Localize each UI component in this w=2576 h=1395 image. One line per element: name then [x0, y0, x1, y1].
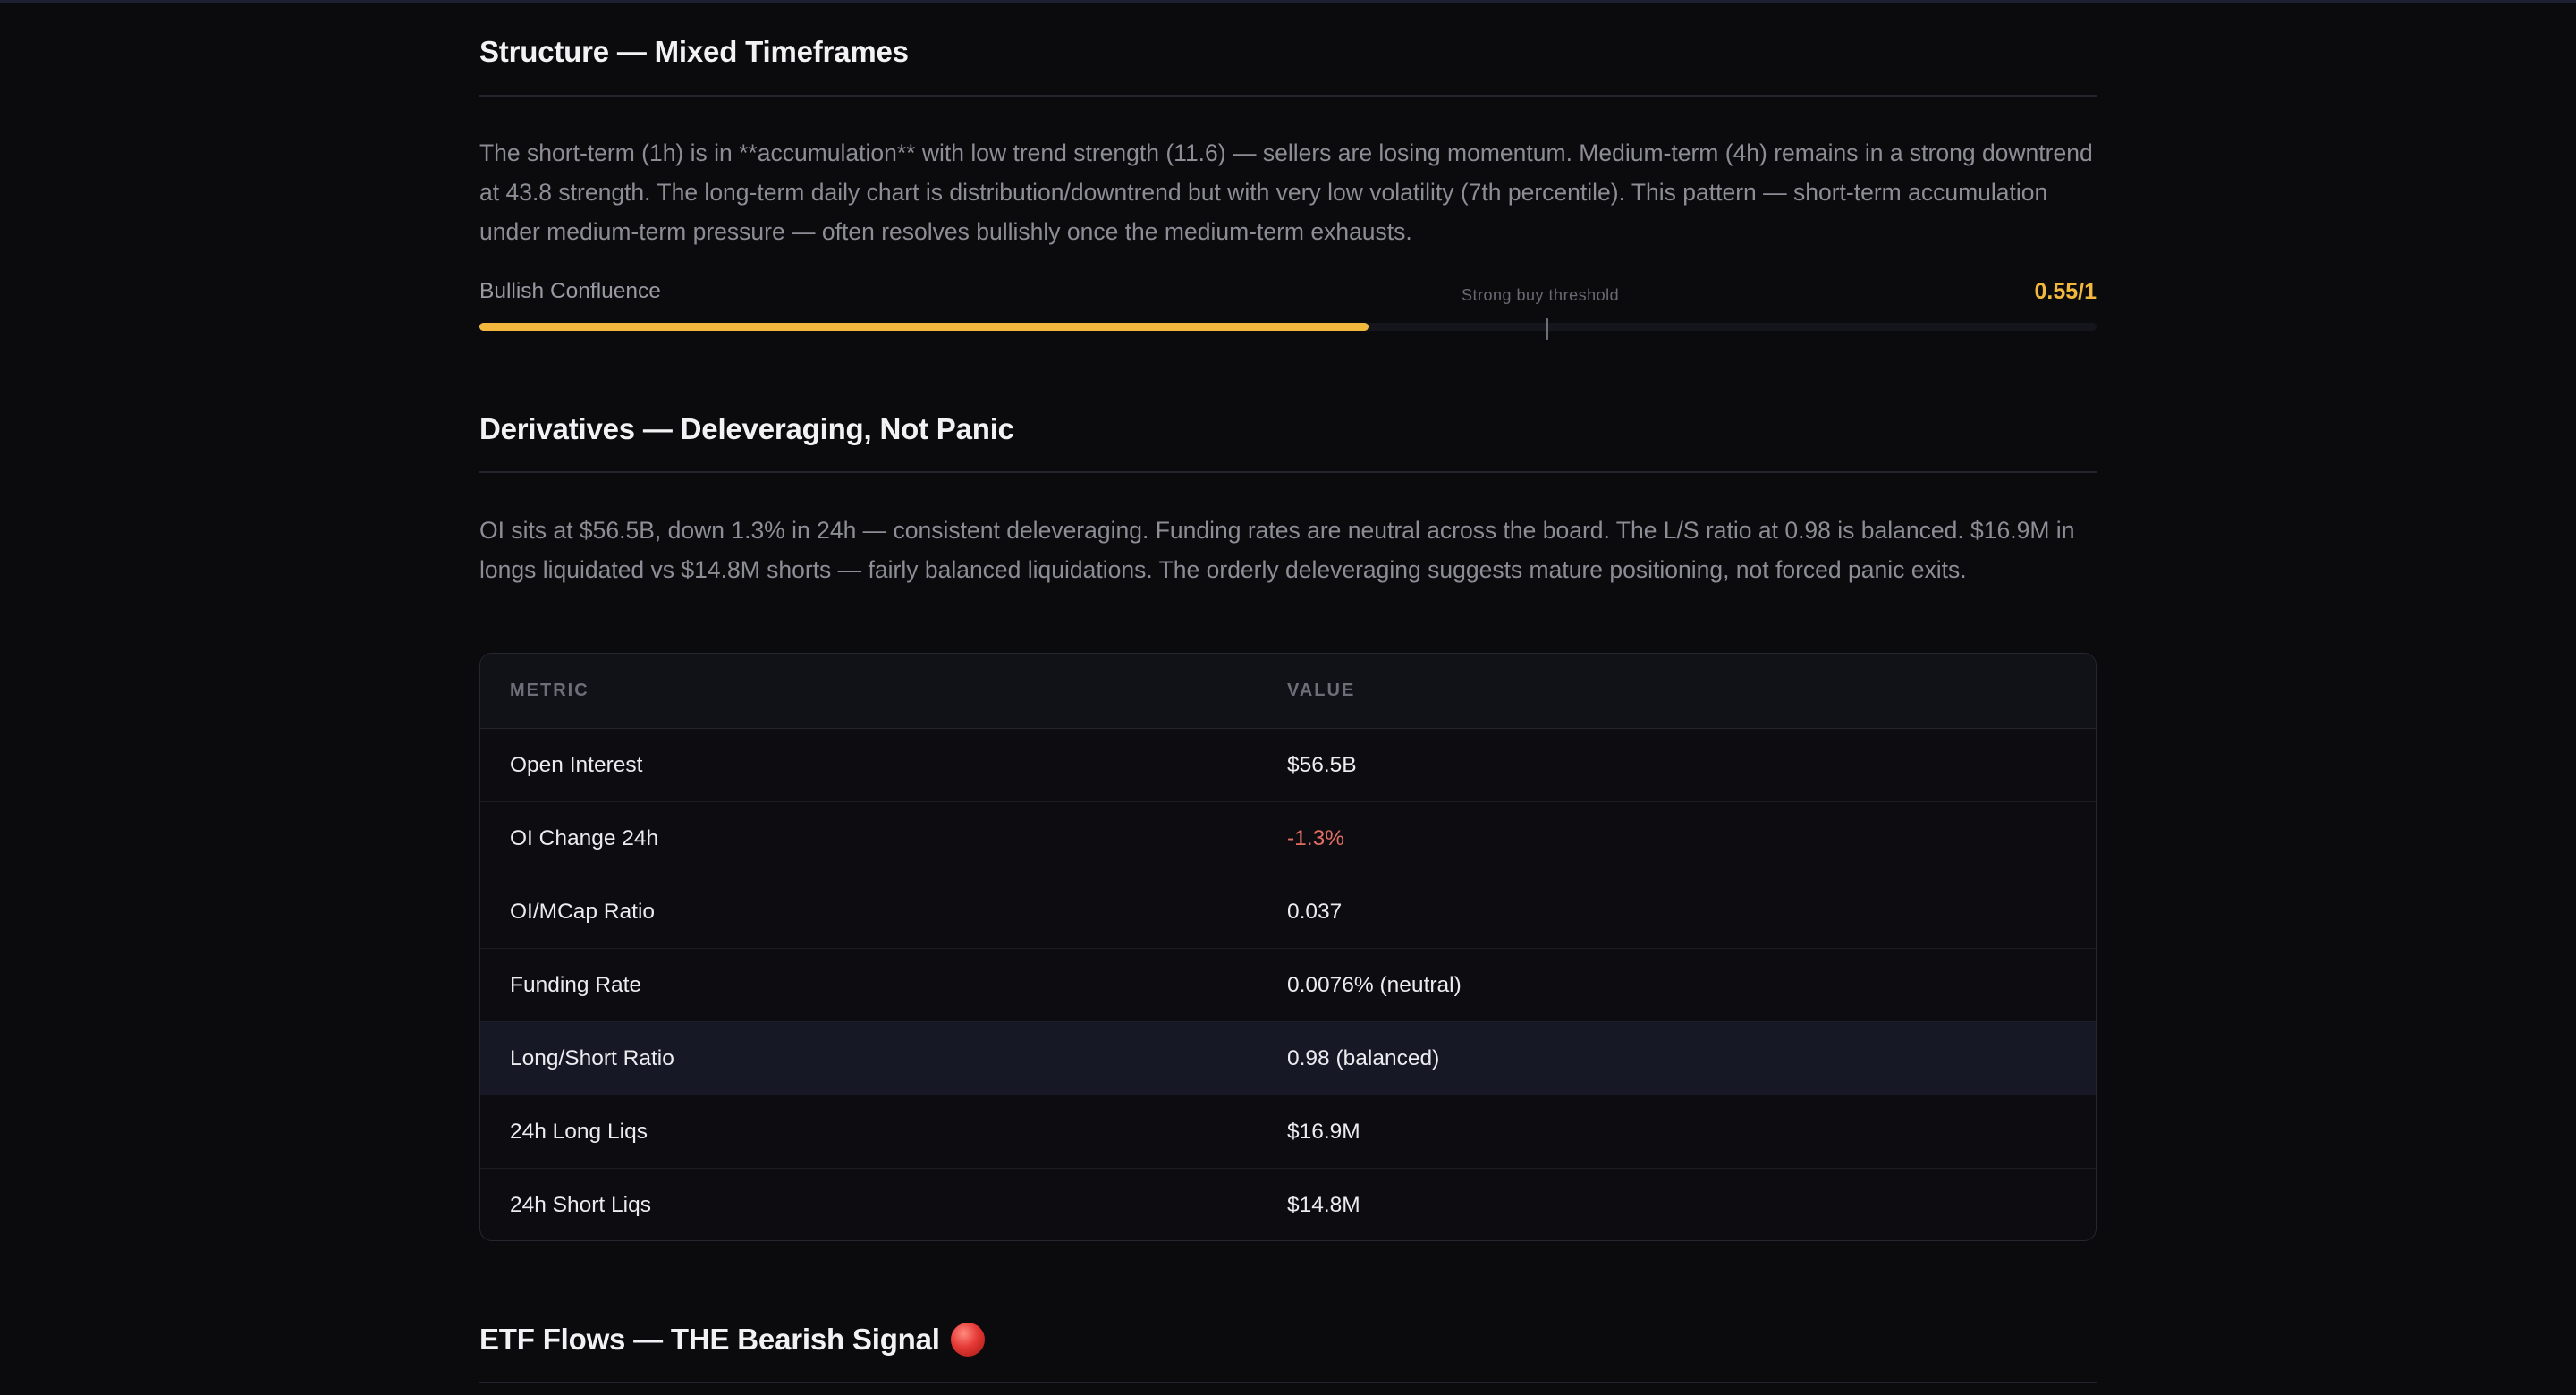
table-row: OI Change 24h -1.3%	[480, 801, 2096, 875]
value-cell: 0.0076% (neutral)	[1258, 948, 2096, 1022]
table-header-row: METRIC VALUE	[480, 654, 2096, 729]
section-divider	[479, 471, 2097, 473]
metric-cell: OI/MCap Ratio	[480, 875, 1258, 949]
derivatives-table: METRIC VALUE Open Interest $56.5B OI Cha…	[479, 653, 2097, 1241]
top-border	[0, 0, 2576, 3]
table-row: 24h Long Liqs $16.9M	[480, 1095, 2096, 1169]
value-cell: 0.037	[1258, 875, 2096, 949]
column-header-value: VALUE	[1258, 654, 2096, 729]
structure-paragraph: The short-term (1h) is in **accumulation…	[479, 140, 2093, 245]
structure-section-title: Structure — Mixed Timeframes	[479, 35, 909, 68]
etf-title-text: ETF Flows — THE Bearish Signal	[479, 1323, 940, 1356]
value-cell: $56.5B	[1258, 728, 2096, 802]
confluence-progress-fill	[479, 323, 1369, 331]
section-divider	[479, 95, 2097, 97]
threshold-marker	[1546, 318, 1549, 340]
metric-cell: Funding Rate	[480, 948, 1258, 1022]
table-row: Funding Rate 0.0076% (neutral)	[480, 948, 2096, 1022]
value-cell: $16.9M	[1258, 1095, 2096, 1169]
value-cell: 0.98 (balanced)	[1258, 1021, 2096, 1095]
confluence-label: Bullish Confluence	[479, 279, 661, 303]
metric-cell: Open Interest	[480, 728, 1258, 802]
metric-cell: OI Change 24h	[480, 801, 1258, 875]
metric-cell: 24h Short Liqs	[510, 1192, 651, 1217]
table-row-hovered[interactable]: Long/Short Ratio 0.98 (balanced)	[480, 1021, 2096, 1095]
derivatives-paragraph: OI sits at $56.5B, down 1.3% in 24h — co…	[479, 517, 2075, 583]
metric-cell: Long/Short Ratio	[480, 1021, 1258, 1095]
threshold-label: Strong buy threshold	[1462, 286, 1620, 304]
red-circle-icon	[950, 1323, 985, 1357]
table-row: 24h Short Liqs $14.8M	[480, 1169, 2096, 1241]
confluence-value: 0.55/1	[2034, 279, 2097, 304]
metric-cell: 24h Long Liqs	[480, 1095, 1258, 1169]
column-header-metric: METRIC	[480, 654, 1258, 729]
derivatives-section-title: Derivatives — Deleveraging, Not Panic	[479, 412, 1014, 445]
table-row: OI/MCap Ratio 0.037	[480, 875, 2096, 949]
value-cell: $14.8M	[1287, 1192, 1360, 1217]
etf-section-title: ETF Flows — THE Bearish Signal	[479, 1319, 985, 1360]
section-divider	[479, 1382, 2097, 1383]
table-row: Open Interest $56.5B	[480, 728, 2096, 802]
confluence-progress-bar	[479, 323, 2097, 331]
value-cell-negative: -1.3%	[1258, 801, 2096, 875]
